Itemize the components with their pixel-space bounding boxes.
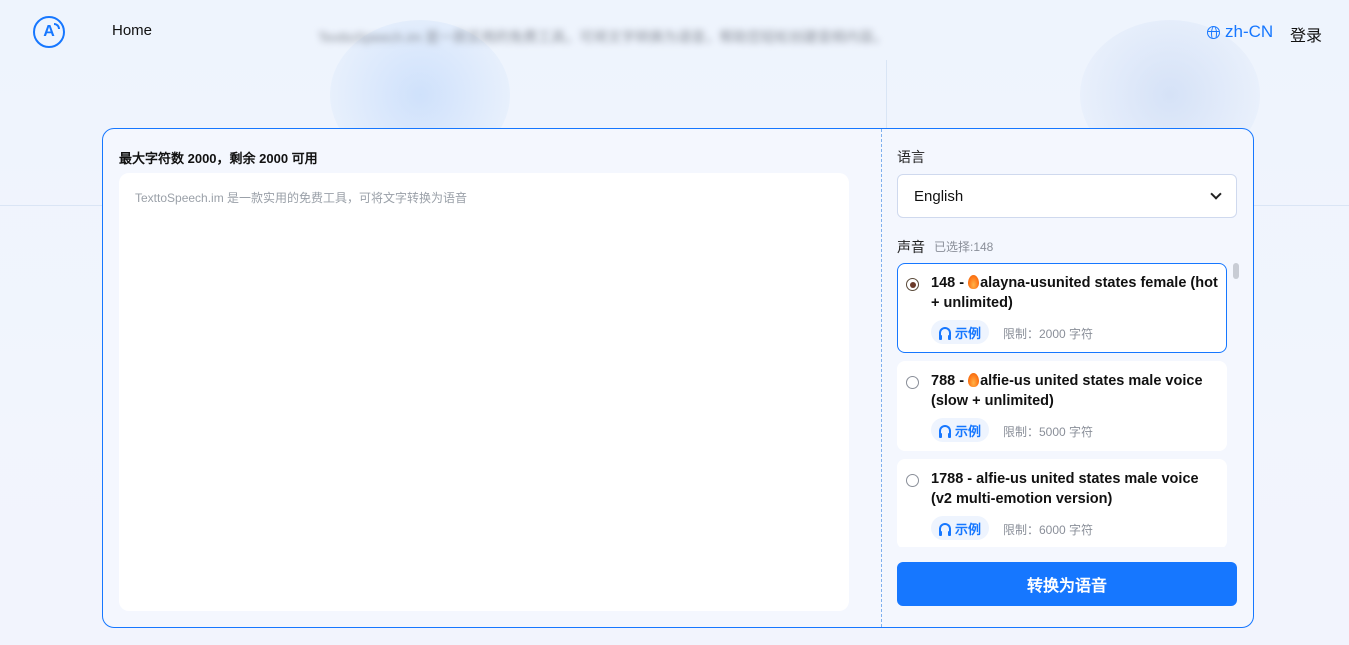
text-input-pane: 最大字符数 2000，剩余 2000 可用 [103,129,881,627]
voice-name: 148 - alayna-usunited states female (hot… [931,273,1221,313]
voice-option[interactable]: 788 - alfie-us united states male voice … [897,361,1227,451]
headphone-icon [939,523,951,536]
login-link[interactable]: 登录 [1290,22,1322,46]
fire-icon [968,373,980,387]
settings-pane: 语言 English 声音 已选择:148 148 - alayna-usuni… [882,129,1253,627]
sample-label: 示例 [955,521,982,537]
sample-button[interactable]: 示例 [931,320,990,344]
fire-icon [968,275,980,289]
voice-radio[interactable] [906,376,919,389]
sample-button[interactable]: 示例 [931,516,990,540]
chevron-down-icon [1210,188,1222,200]
sound-wave-icon [54,23,60,29]
voice-list: 148 - alayna-usunited states female (hot… [897,263,1229,547]
voice-limit: 限制：6000 字符 [1003,523,1094,537]
sample-button[interactable]: 示例 [931,418,990,442]
voice-option[interactable]: 1788 - alfie-us united states male voice… [897,459,1227,547]
voice-name: 788 - alfie-us united states male voice … [931,371,1221,411]
voice-id: 788 - [931,373,969,389]
scroll-thumb[interactable] [1233,263,1239,279]
site-logo[interactable]: A [33,16,65,48]
language-select[interactable]: English [897,174,1237,218]
site-tagline: TexttoSpeech.im 是一款实用的免费工具，可将文字转换为语音，帮助您… [318,29,888,45]
language-code: zh-CN [1225,22,1274,41]
voice-selected-count: 已选择:148 [934,240,994,254]
globe-icon [1207,25,1220,39]
voice-label: 声音 [897,239,925,255]
voice-limit: 限制：2000 字符 [1003,327,1094,341]
voice-list-scrollbar[interactable] [1233,263,1239,547]
headphone-icon [939,327,951,340]
voice-radio[interactable] [906,474,919,487]
top-header: A Home TexttoSpeech.im 是一款实用的免费工具，可将文字转换… [0,0,1349,64]
headphone-icon [939,425,951,438]
language-switcher[interactable]: zh-CN [1207,22,1273,42]
voice-id: 148 - [931,275,969,291]
nav-home-link[interactable]: Home [112,22,152,39]
voice-limit: 限制：5000 字符 [1003,425,1094,439]
voice-radio[interactable] [906,278,919,291]
voice-option[interactable]: 148 - alayna-usunited states female (hot… [897,263,1227,353]
char-count-label: 最大字符数 2000，剩余 2000 可用 [119,151,318,166]
language-select-value: English [914,187,964,205]
sample-label: 示例 [955,423,982,439]
text-input[interactable] [119,173,849,611]
language-label: 语言 [897,149,925,165]
voice-name: 1788 - alfie-us united states male voice… [931,469,1221,509]
tts-card: 最大字符数 2000，剩余 2000 可用 语言 English 声音 已选择:… [102,128,1254,628]
voice-id: 1788 - [931,471,977,487]
convert-to-speech-button[interactable]: 转换为语音 [897,562,1237,606]
sample-label: 示例 [955,325,982,341]
